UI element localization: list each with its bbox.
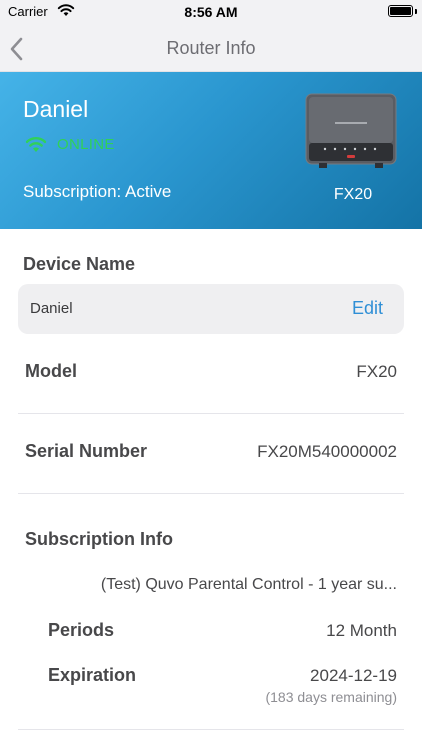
router-name: Daniel [23, 96, 89, 122]
serial-number-label: Serial Number [25, 441, 148, 461]
days-remaining: (183 days remaining) [265, 689, 397, 705]
page-title: Router Info [166, 38, 256, 58]
header-model-label: FX20 [333, 186, 373, 203]
device-name-field: Daniel Edit [18, 284, 404, 334]
subscription-info-label: Subscription Info [25, 529, 173, 549]
online-status-label: ONLINE [57, 136, 115, 153]
battery-icon [388, 5, 413, 17]
device-name-value: Daniel [30, 300, 73, 317]
router-header-card: Daniel ONLINE Subscription: Active FX20 [0, 72, 422, 229]
status-time: 8:56 AM [184, 4, 238, 20]
expiration-value: 2024-12-19 [310, 666, 397, 685]
wifi-online-icon [25, 137, 47, 152]
serial-number-value: FX20M540000002 [257, 442, 397, 461]
model-value: FX20 [356, 362, 397, 381]
expiration-label: Expiration [48, 665, 137, 685]
status-bar: Carrier 8:56 AM [0, 0, 422, 26]
device-name-label: Device Name [23, 254, 136, 274]
periods-label: Periods [48, 620, 115, 640]
navigation-bar: Router Info [0, 26, 422, 72]
divider [18, 729, 404, 730]
model-label: Model [25, 361, 77, 381]
router-device-image [305, 93, 397, 168]
subscription-plan-name: (Test) Quvo Parental Control - 1 year su… [100, 576, 397, 593]
divider [18, 493, 404, 494]
battery-tip [415, 9, 417, 14]
periods-value: 12 Month [326, 621, 397, 640]
subscription-status: Subscription: Active [23, 182, 172, 201]
divider [18, 413, 404, 414]
edit-device-name-button[interactable]: Edit [352, 298, 383, 319]
